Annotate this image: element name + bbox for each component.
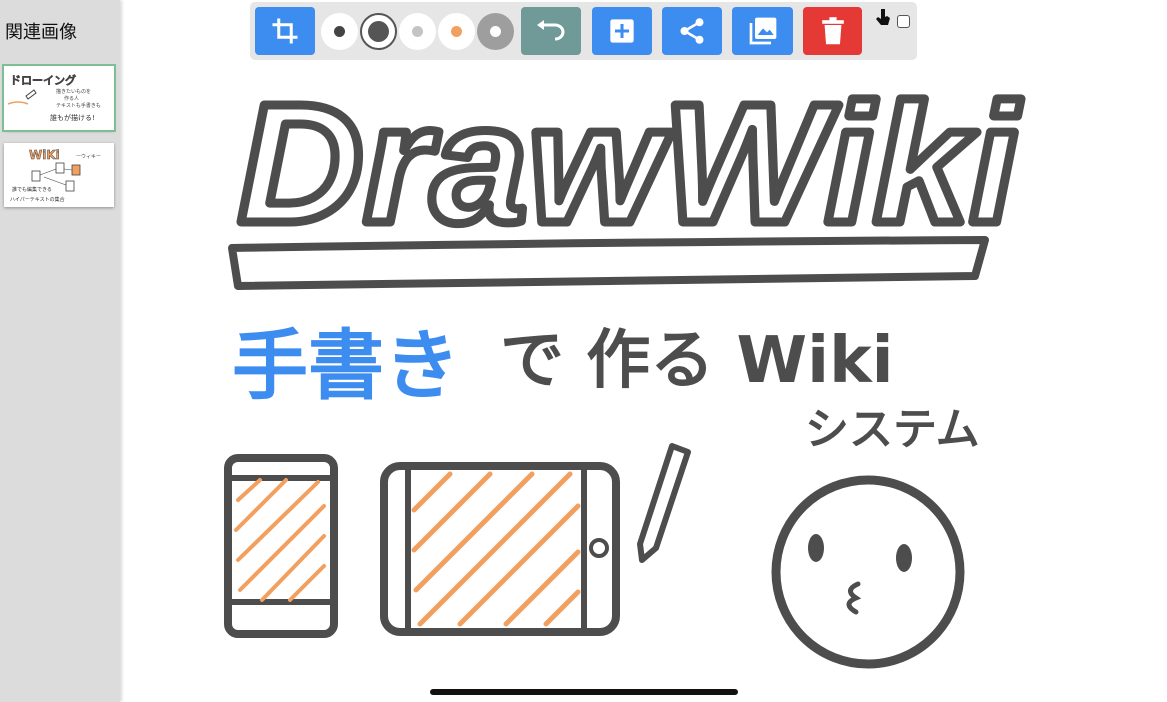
add-button[interactable] [592,7,652,55]
undo-button[interactable] [521,7,581,55]
touch-icon [876,9,890,25]
home-indicator [430,689,738,695]
color-dot-icon [490,26,501,37]
thumbnail-line: 誰もが描ける! [50,113,95,122]
drawing-toolbar [250,2,917,60]
related-images-sidebar: 関連画像 ドローイング 描きたいものを 作る人 テキストも手書きも 誰もが描ける… [0,0,120,702]
tagline-handwritten: 手書き [232,321,460,410]
tagline-rest: で 作る Wiki [500,324,894,398]
pen-size-small-icon [334,26,345,37]
delete-button[interactable] [803,7,862,55]
thumbnail-subtitle: ーウィキー [76,153,101,160]
thumbnail-line: 作る人 [64,95,79,102]
pen-size-large-icon [368,21,389,42]
add-icon [610,19,634,43]
trash-icon [821,17,844,45]
color-dot-icon [451,26,462,37]
pen-color-lightgray-button[interactable] [399,13,436,50]
thumbnail-title: WiKi [29,148,60,162]
drawing-canvas[interactable]: DrawWiki 手書き で 作る Wiki システム [124,62,1167,702]
touch-mode-checkbox[interactable] [897,15,910,28]
thumbnail-wiki[interactable]: WiKi ーウィキー 誰でも編集できる ハイパーテキストの集合 [4,143,114,207]
share-icon [680,18,704,44]
pen-size-large-button[interactable] [360,13,397,50]
image-library-button[interactable] [732,7,793,55]
share-button[interactable] [662,7,722,55]
thumbnail-drawing[interactable]: ドローイング 描きたいものを 作る人 テキストも手書きも 誰もが描ける! [2,64,116,132]
pen-color-gray-button[interactable] [477,13,514,50]
crop-button[interactable] [255,7,315,55]
thumbnail-line: ハイパーテキストの集合 [10,196,65,203]
phone-drawing [224,454,338,638]
pen-size-small-button[interactable] [321,13,358,50]
image-icon [749,17,776,45]
face-drawing [771,475,965,669]
thumbnail-line: テキストも手書きも [56,102,101,109]
crop-icon [272,18,298,44]
pencil-drawing [637,443,691,563]
thumbnail-line: 描きたいものを [56,88,91,95]
thumbnail-line: 誰でも編集できる [12,186,52,193]
pen-color-orange-button[interactable] [438,13,475,50]
sidebar-title: 関連画像 [5,22,77,43]
undo-icon [537,20,565,41]
touch-mode-toggle[interactable] [875,8,891,28]
canvas-title: DrawWiki [238,69,1022,259]
tablet-drawing [380,462,620,636]
color-dot-icon [412,26,423,37]
tagline-system: システム [805,404,980,455]
thumbnail-title: ドローイング [10,73,76,87]
